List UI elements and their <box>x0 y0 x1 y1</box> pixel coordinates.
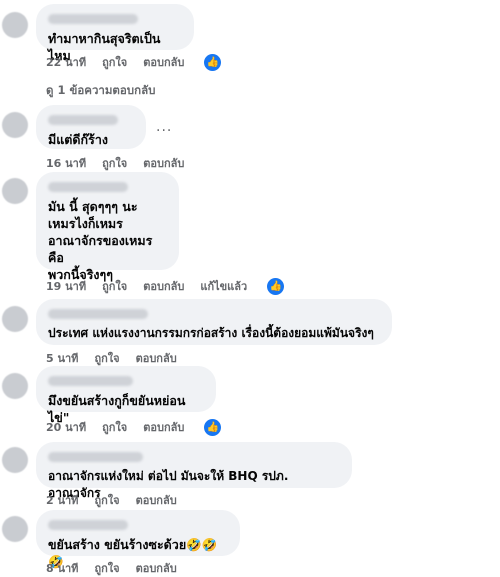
view-replies-link[interactable]: ดู 1 ข้อความตอบกลับ <box>46 82 155 100</box>
commenter-name[interactable] <box>48 14 138 24</box>
comment-meta: 22 นาที ถูกใจ ตอบกลับ 👍 <box>46 53 222 71</box>
like-button[interactable]: ถูกใจ <box>102 277 127 295</box>
avatar[interactable] <box>2 373 28 399</box>
comment-meta: 16 นาที ถูกใจ ตอบกลับ <box>46 154 200 172</box>
like-button[interactable]: ถูกใจ <box>102 418 127 436</box>
edited-label: แก้ไขแล้ว <box>200 280 248 293</box>
comment-text: มีแต่ดีก๊ร้าง <box>48 132 108 147</box>
comment-time[interactable]: 19 นาที <box>46 277 86 295</box>
thumbs-up-icon[interactable]: 👍 <box>267 277 285 295</box>
comment-bubble: ทำมาหากินสุจริตเป็นไหม <box>36 4 194 63</box>
like-button[interactable]: ถูกใจ <box>94 491 119 509</box>
comment-meta: 5 นาที ถูกใจ ตอบกลับ <box>46 349 193 367</box>
avatar[interactable] <box>2 306 28 332</box>
avatar[interactable] <box>2 112 28 138</box>
commenter-name[interactable] <box>48 115 118 125</box>
like-button[interactable]: ถูกใจ <box>94 349 119 367</box>
comment-time[interactable]: 22 นาที <box>46 53 86 71</box>
commenter-name[interactable] <box>48 376 133 386</box>
avatar[interactable] <box>2 516 28 542</box>
comment-text: มัน นี้ สุดๆๆๆ นะ เหมรไงก็เหมร อาณาจักรข… <box>48 199 153 282</box>
comment-bubble: ประเทศ แห่งแรงงานกรรมกรก่อสร้าง เรื่องนี… <box>36 299 392 345</box>
comment-time[interactable]: 5 นาที <box>46 349 78 367</box>
thumbs-up-icon[interactable]: 👍 <box>204 53 222 71</box>
comment-bubble: มัน นี้ สุดๆๆๆ นะ เหมรไงก็เหมร อาณาจักรข… <box>36 172 179 282</box>
avatar[interactable] <box>2 447 28 473</box>
reply-button[interactable]: ตอบกลับ <box>143 277 184 295</box>
comment-time[interactable]: 8 นาที <box>46 559 78 577</box>
commenter-name[interactable] <box>48 182 128 192</box>
comment-bubble: มีแต่ดีก๊ร้าง <box>36 105 146 149</box>
comment-time[interactable]: 2 นาที <box>46 491 78 509</box>
comment-bubble: อาณาจักรแห่งใหม่ ต่อไป มันจะให้ BHQ รปภ.… <box>36 442 352 500</box>
comment-bubble: มึงขยันสร้างกูก็ขยันหย่อนไข่" <box>36 366 216 425</box>
avatar[interactable] <box>2 12 28 38</box>
reply-button[interactable]: ตอบกลับ <box>143 154 184 172</box>
comment-time[interactable]: 20 นาที <box>46 418 86 436</box>
comment-meta: 19 นาที ถูกใจ ตอบกลับ แก้ไขแล้ว 👍 <box>46 277 285 295</box>
reply-button[interactable]: ตอบกลับ <box>143 418 184 436</box>
more-options-icon[interactable]: ... <box>156 119 172 135</box>
comment-meta: 20 นาที ถูกใจ ตอบกลับ 👍 <box>46 418 222 436</box>
like-button[interactable]: ถูกใจ <box>102 154 127 172</box>
reply-button[interactable]: ตอบกลับ <box>136 559 177 577</box>
like-button[interactable]: ถูกใจ <box>94 559 119 577</box>
commenter-name[interactable] <box>48 452 143 462</box>
comment-text: ประเทศ แห่งแรงงานกรรมกรก่อสร้าง เรื่องนี… <box>48 326 374 340</box>
avatar[interactable] <box>2 178 28 204</box>
reply-button[interactable]: ตอบกลับ <box>143 53 184 71</box>
commenter-name[interactable] <box>48 520 128 530</box>
comment-meta: 2 นาที ถูกใจ ตอบกลับ <box>46 491 193 509</box>
comment-bubble: ขยันสร้าง ขยันร้างซะด้วย🤣🤣🤣 <box>36 510 240 569</box>
comment-time[interactable]: 16 นาที <box>46 154 86 172</box>
commenter-name[interactable] <box>48 309 148 319</box>
reply-button[interactable]: ตอบกลับ <box>136 491 177 509</box>
reply-button[interactable]: ตอบกลับ <box>136 349 177 367</box>
thumbs-up-icon[interactable]: 👍 <box>204 418 222 436</box>
like-button[interactable]: ถูกใจ <box>102 53 127 71</box>
comment-meta: 8 นาที ถูกใจ ตอบกลับ <box>46 559 193 577</box>
